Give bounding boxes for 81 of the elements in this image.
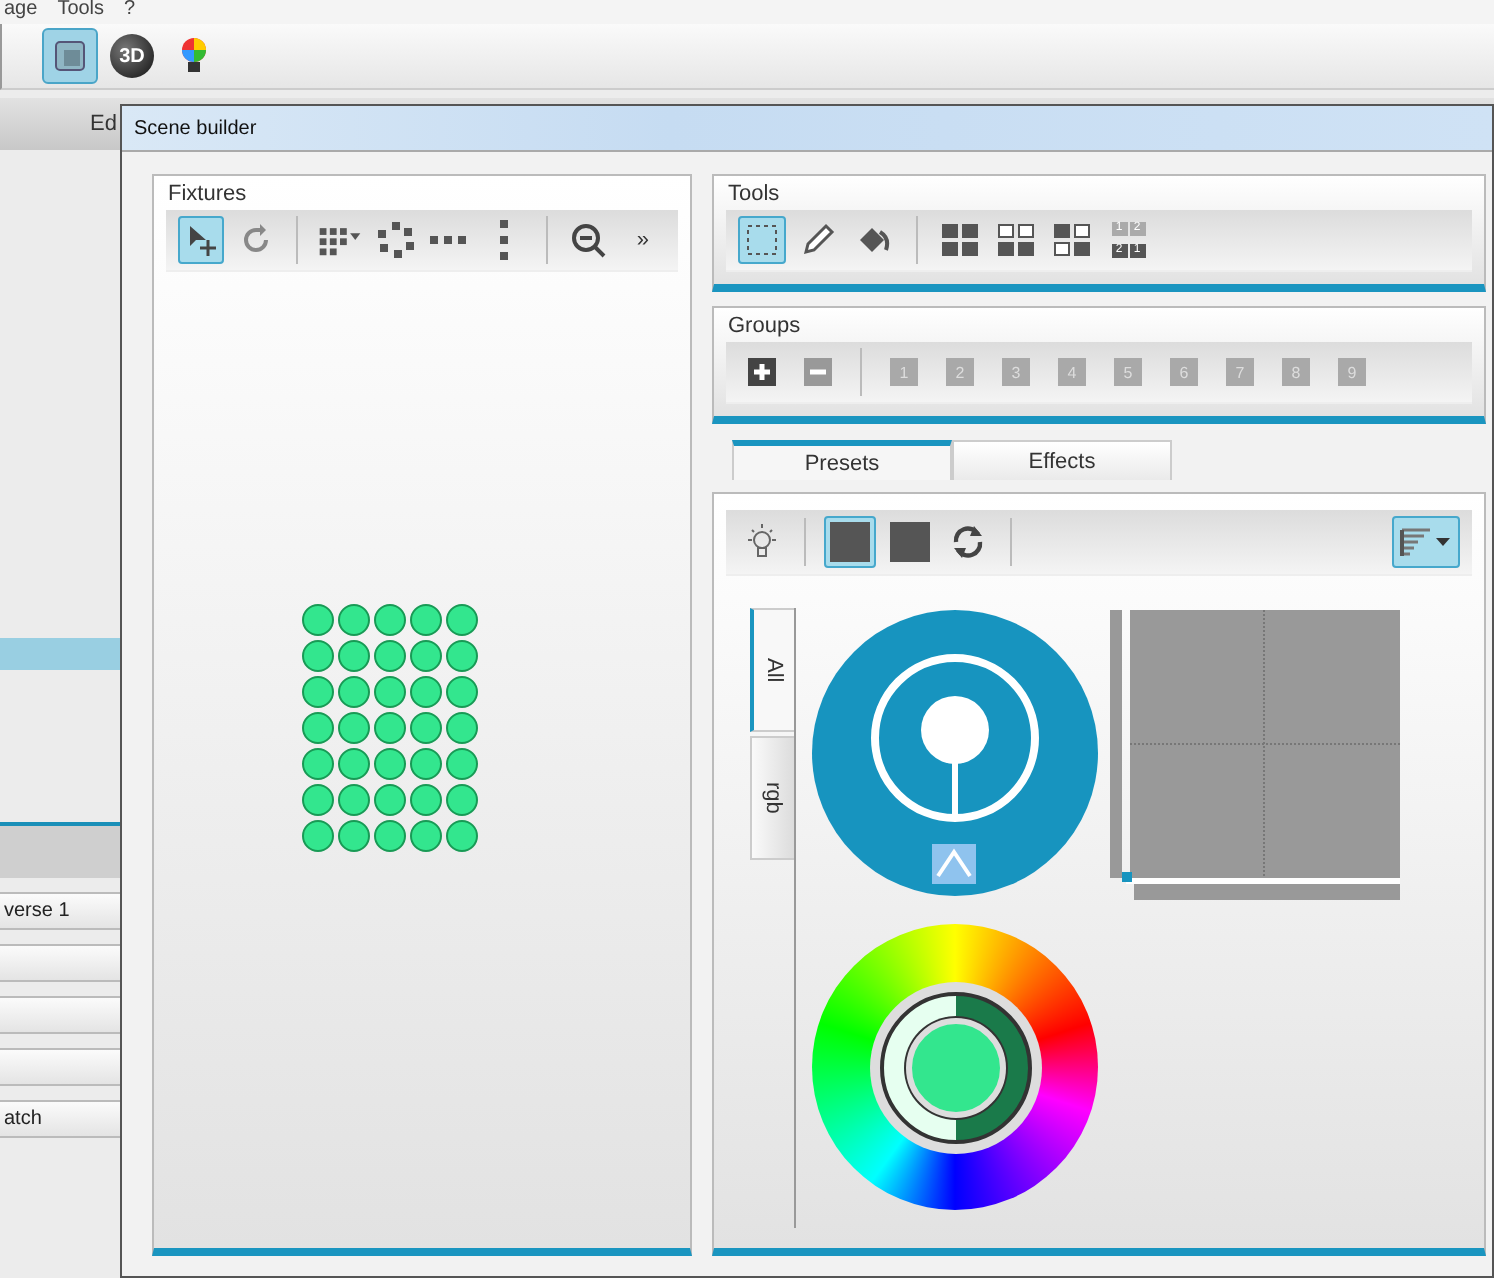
- rotate-icon: [239, 224, 272, 256]
- dot-circle-icon: [375, 220, 416, 260]
- refresh-icon: [950, 524, 986, 560]
- fixture-dot[interactable]: [338, 748, 370, 780]
- side-tab[interactable]: rgb: [750, 736, 794, 860]
- panel-title: Groups: [726, 312, 803, 342]
- fixture-dot[interactable]: [302, 784, 334, 816]
- fixture-dot[interactable]: [446, 820, 478, 852]
- tool-button[interactable]: [884, 516, 936, 568]
- fixture-dot[interactable]: [302, 712, 334, 744]
- fixture-dot[interactable]: [374, 712, 406, 744]
- half-filled-squares-icon: [996, 222, 1036, 258]
- fixture-dot[interactable]: [302, 640, 334, 672]
- fixture-dot[interactable]: [410, 712, 442, 744]
- fixture-dot[interactable]: [374, 748, 406, 780]
- fixture-dot[interactable]: [374, 676, 406, 708]
- paint-bucket-icon: [856, 222, 892, 258]
- fixture-dot[interactable]: [410, 784, 442, 816]
- fixture-dot[interactable]: [374, 820, 406, 852]
- dark-square-icon: [830, 522, 870, 562]
- dot-column-icon: [498, 220, 511, 260]
- list-row[interactable]: atch: [0, 1100, 120, 1138]
- minus-icon: [804, 358, 832, 386]
- monitor-icon: [50, 36, 90, 76]
- list-row[interactable]: verse 1: [0, 892, 120, 930]
- fixture-dot[interactable]: [446, 748, 478, 780]
- bulb-icon: [178, 36, 210, 76]
- panel-title: Fixtures: [166, 180, 249, 210]
- plus-icon: [748, 358, 776, 386]
- fixture-dot[interactable]: [410, 748, 442, 780]
- fixture-dot[interactable]: [410, 640, 442, 672]
- checker-squares-icon: [1052, 222, 1092, 258]
- tool-button[interactable]: [178, 216, 225, 264]
- menu-item[interactable]: ?: [124, 0, 136, 24]
- pencil-icon: [800, 222, 836, 258]
- fixture-dot[interactable]: [446, 784, 478, 816]
- sort-dropdown-button[interactable]: [1392, 516, 1460, 568]
- fixture-dot[interactable]: [410, 820, 442, 852]
- fixture-dot[interactable]: [446, 640, 478, 672]
- fixture-dot[interactable]: [410, 604, 442, 636]
- tool-button[interactable]: »: [619, 216, 667, 264]
- tab-label[interactable]: Ed: [0, 112, 117, 136]
- grid-dropdown-icon: [318, 222, 363, 258]
- list-row[interactable]: [0, 944, 120, 982]
- fixture-dot[interactable]: [374, 784, 406, 816]
- fixture-dot[interactable]: [338, 712, 370, 744]
- section-bar: [0, 822, 120, 878]
- filled-squares-icon: [940, 222, 980, 258]
- sort-lines-icon: [1398, 524, 1454, 560]
- fixture-dot[interactable]: [446, 604, 478, 636]
- fixture-dot[interactable]: [446, 676, 478, 708]
- fixture-dot[interactable]: [446, 712, 478, 744]
- fixture-dot[interactable]: [302, 820, 334, 852]
- dot-row-icon: [430, 234, 471, 246]
- lightbulb-icon: [744, 522, 780, 562]
- fixture-dot[interactable]: [338, 676, 370, 708]
- fixture-dot[interactable]: [338, 604, 370, 636]
- window-title: Scene builder: [122, 106, 1492, 152]
- menu-item[interactable]: Tools: [57, 0, 105, 24]
- list-row[interactable]: [0, 1048, 120, 1086]
- tab[interactable]: Presets: [732, 440, 952, 480]
- panel-title: Tools: [726, 180, 782, 210]
- fixture-dot[interactable]: [302, 676, 334, 708]
- fixture-dot[interactable]: [338, 640, 370, 672]
- side-tab[interactable]: All: [750, 608, 794, 732]
- marquee-icon: [744, 222, 780, 258]
- tool-button[interactable]: [824, 516, 876, 568]
- fixture-dot[interactable]: [338, 784, 370, 816]
- fixture-dot[interactable]: [410, 676, 442, 708]
- tool-button[interactable]: [372, 216, 419, 264]
- fixture-dot[interactable]: [302, 748, 334, 780]
- tool-button[interactable]: [738, 216, 786, 264]
- fixture-dot[interactable]: [338, 820, 370, 852]
- fixture-dot[interactable]: [374, 640, 406, 672]
- tab[interactable]: Effects: [952, 440, 1172, 480]
- dark-square-icon: [890, 522, 930, 562]
- zoom-out-icon: [570, 222, 607, 258]
- menu-item[interactable]: age: [4, 0, 38, 24]
- list-row[interactable]: [0, 996, 120, 1034]
- fixture-dot[interactable]: [374, 604, 406, 636]
- fixture-dot[interactable]: [302, 604, 334, 636]
